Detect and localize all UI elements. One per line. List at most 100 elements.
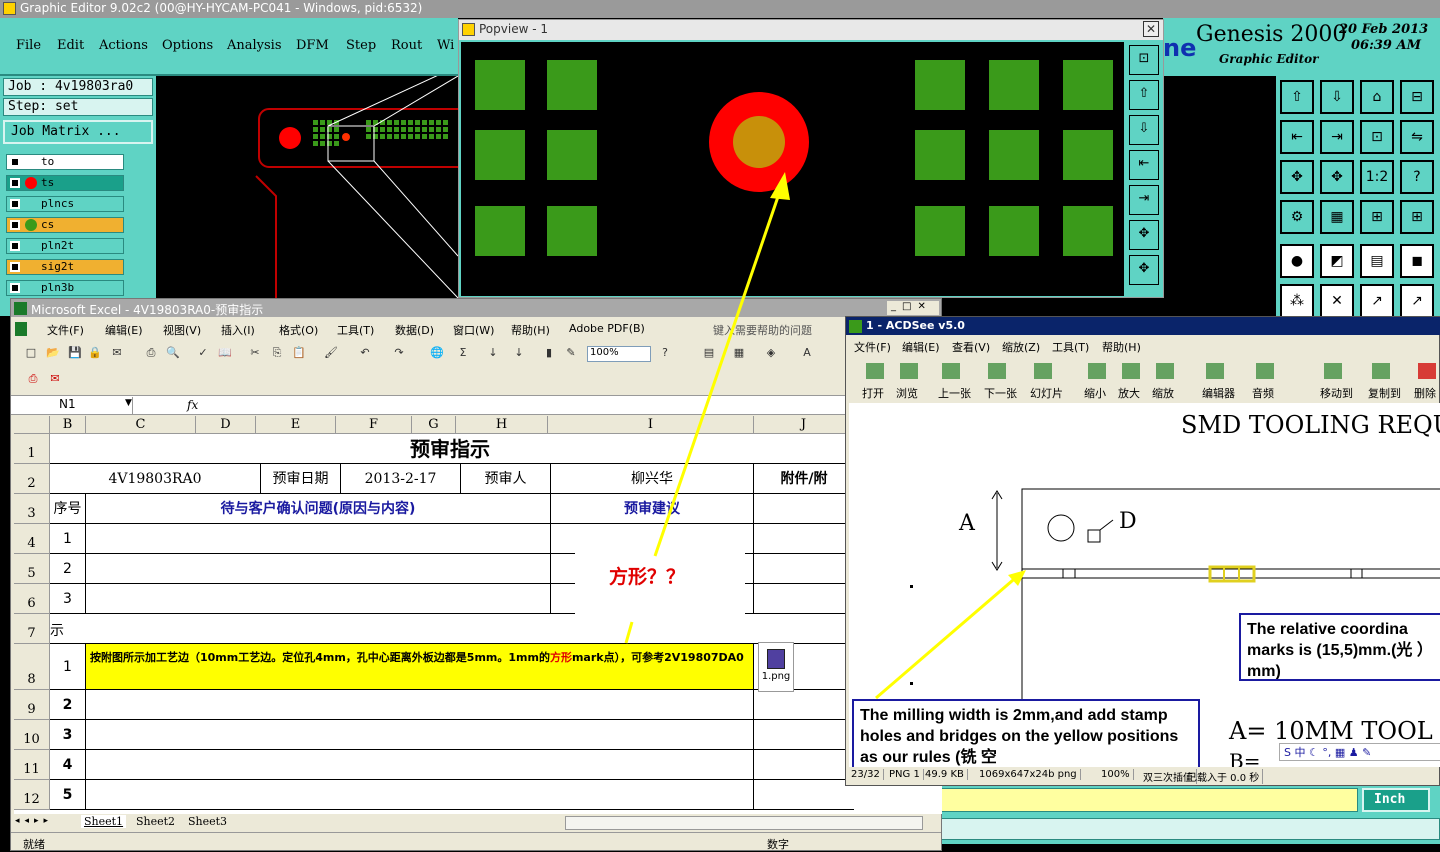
copy-to-icon[interactable] <box>1372 363 1390 379</box>
zoom-in-icon[interactable] <box>1122 363 1140 379</box>
net-icon[interactable]: ⁂ <box>1280 284 1314 318</box>
hyperlink-icon[interactable]: 🌐 <box>429 345 445 361</box>
menu-dfm[interactable]: DFM <box>296 38 329 53</box>
open-icon[interactable]: 📂 <box>45 345 61 361</box>
menu-analysis[interactable]: Analysis <box>227 38 282 53</box>
snap-icon[interactable]: ◩ <box>1320 244 1354 278</box>
layer-checkbox[interactable] <box>10 178 20 188</box>
editor-icon[interactable] <box>1206 363 1224 379</box>
column-header-I[interactable]: I <box>548 416 754 434</box>
spell-check-icon[interactable]: ✓ <box>195 345 211 361</box>
row-header-9[interactable]: 9 <box>14 690 50 720</box>
seq-number-cell[interactable]: 1 <box>50 524 86 554</box>
audio-icon[interactable] <box>1256 363 1274 379</box>
menu-edit[interactable]: 编辑(E) <box>105 322 143 338</box>
copy-icon[interactable]: ⎘ <box>269 345 285 361</box>
chart-icon[interactable]: ▮ <box>541 345 557 361</box>
zoom-in-button[interactable]: 放大 <box>1118 385 1140 401</box>
move-down-icon[interactable]: ⇩ <box>1320 80 1354 114</box>
attachment-label-cell[interactable]: 附件/附 <box>754 464 854 494</box>
font-color-icon[interactable]: A <box>799 345 815 361</box>
row-header-4[interactable]: 4 <box>14 524 50 554</box>
formula-input[interactable] <box>203 397 939 414</box>
format-painter-icon[interactable]: 🖌 <box>323 345 339 361</box>
ime-toolbar[interactable]: S 中 ☾ °, ▦ ♟ ✎ <box>1279 743 1440 761</box>
zoom-up-icon[interactable]: ⇧ <box>1129 80 1159 110</box>
date-value-cell[interactable]: 2013-2-17 <box>341 464 461 494</box>
menu-options[interactable]: Options <box>162 38 213 53</box>
delete-icon[interactable] <box>1418 363 1436 379</box>
layer-checkbox[interactable] <box>10 157 20 167</box>
horizontal-scrollbar[interactable] <box>565 816 923 830</box>
zoom-out-button[interactable]: 缩小 <box>1084 385 1106 401</box>
date-label-cell[interactable]: 预审日期 <box>261 464 341 494</box>
menu-view[interactable]: 视图(V) <box>163 322 201 338</box>
column-header-F[interactable]: F <box>336 416 412 434</box>
redo-icon[interactable]: ↷ <box>391 345 407 361</box>
menu-tools[interactable]: 工具(T) <box>337 322 374 338</box>
pan-icon[interactable]: ✥ <box>1280 160 1314 194</box>
slideshow-button[interactable]: 幻灯片 <box>1030 385 1063 401</box>
table-icon[interactable]: ▤ <box>701 345 717 361</box>
browse-icon[interactable] <box>900 363 918 379</box>
reviewer-label-cell[interactable]: 预审人 <box>461 464 551 494</box>
menu-help[interactable]: 帮助(H) <box>511 322 550 338</box>
row-header-7[interactable]: 7 <box>14 614 50 644</box>
row-header-12[interactable]: 12 <box>14 780 50 810</box>
units-button[interactable]: Inch <box>1362 788 1430 812</box>
row-header-2[interactable]: 2 <box>14 464 50 494</box>
zoom-out-icon[interactable] <box>1088 363 1106 379</box>
align-right-icon[interactable]: ⇥ <box>1320 120 1354 154</box>
popview-canvas[interactable] <box>461 42 1124 296</box>
grid-icon[interactable]: ▦ <box>1320 200 1354 234</box>
menu-rout[interactable]: Rout <box>391 38 422 53</box>
sort-asc-icon[interactable]: ↓ <box>485 345 501 361</box>
attachment-file[interactable]: 1.png <box>758 642 794 692</box>
next-button[interactable]: 下一张 <box>984 385 1017 401</box>
row-header-3[interactable]: 3 <box>14 494 50 524</box>
seq-label-cell[interactable]: 序号 <box>50 494 86 524</box>
layer-pln3b[interactable]: pln3b <box>6 280 124 296</box>
center-icon[interactable]: ✥ <box>1320 160 1354 194</box>
layer-checkbox[interactable] <box>10 283 20 293</box>
research-icon[interactable]: 📖 <box>217 345 233 361</box>
copy-to-button[interactable]: 复制到 <box>1368 385 1401 401</box>
menu-adobe-pdf[interactable]: Adobe PDF(B) <box>569 322 645 335</box>
menu-file[interactable]: File <box>16 38 41 53</box>
row-header-6[interactable]: 6 <box>14 584 50 614</box>
item-content-cell[interactable] <box>86 690 754 720</box>
zoom-icon[interactable] <box>1156 363 1174 379</box>
row-header-10[interactable]: 10 <box>14 720 50 750</box>
editor-button[interactable]: 编辑器 <box>1202 385 1235 401</box>
layer-to[interactable]: to <box>6 154 124 170</box>
split-icon[interactable]: ⊟ <box>1400 80 1434 114</box>
pdf-icon[interactable]: ⎙ <box>25 371 41 387</box>
settings-icon[interactable]: ⚙ <box>1280 200 1314 234</box>
row-header-11[interactable]: 11 <box>14 750 50 780</box>
attach-cell[interactable] <box>754 554 854 584</box>
home-icon[interactable]: ⌂ <box>1360 80 1394 114</box>
drawing-icon[interactable]: ✎ <box>563 345 579 361</box>
fill-icon[interactable]: ◼ <box>1400 244 1434 278</box>
layer-plncs[interactable]: plncs <box>6 196 124 212</box>
layer-cs[interactable]: cs <box>6 217 124 233</box>
sort-desc-icon[interactable]: ↓ <box>511 345 527 361</box>
genesis-command-field[interactable] <box>940 788 1358 812</box>
ruler-icon[interactable]: ▤ <box>1360 244 1394 278</box>
board-icon[interactable]: ⊞ <box>1360 200 1394 234</box>
job-number-cell[interactable]: 4V19803RA0 <box>50 464 261 494</box>
close-icon[interactable]: ✕ <box>1143 21 1159 37</box>
mail-icon[interactable]: ✉ <box>109 345 125 361</box>
tab-sheet3[interactable]: Sheet3 <box>185 815 230 828</box>
menu-step[interactable]: Step <box>346 38 376 53</box>
tab-sheet1[interactable]: Sheet1 <box>81 815 127 828</box>
zoom-down-icon[interactable]: ⇩ <box>1129 115 1159 145</box>
column-header-G[interactable]: G <box>412 416 456 434</box>
item-number-cell[interactable]: 5 <box>50 780 86 810</box>
issue-cell[interactable] <box>86 524 551 554</box>
menu-data[interactable]: 数据(D) <box>395 322 434 338</box>
delete-icon[interactable]: ✕ <box>1320 284 1354 318</box>
item-content-cell[interactable] <box>86 780 754 810</box>
paste-icon[interactable]: 📋 <box>291 345 307 361</box>
attach-cell[interactable] <box>754 584 854 614</box>
